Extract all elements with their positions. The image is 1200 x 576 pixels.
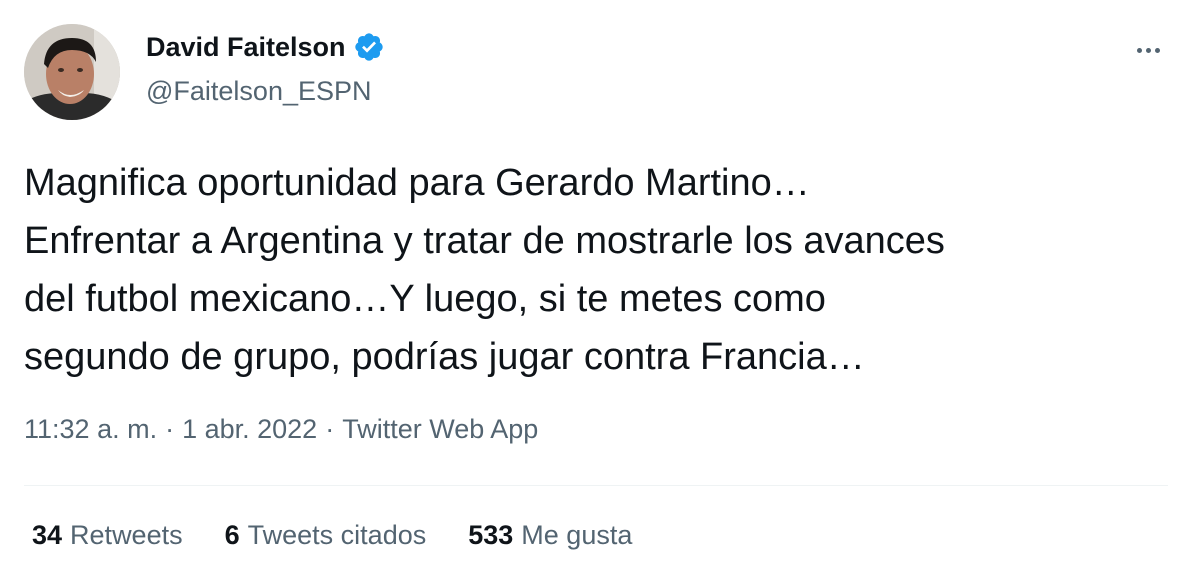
tweet-meta: 11:32 a. m. · 1 abr. 2022 · Twitter Web … [24, 414, 538, 445]
tweet-date-link[interactable]: 1 abr. 2022 [182, 414, 317, 445]
meta-separator: · [325, 414, 335, 444]
more-horizontal-icon [1136, 47, 1142, 53]
likes-label: Me gusta [521, 520, 633, 550]
retweets-count: 34 [32, 520, 63, 550]
more-options-button[interactable] [1128, 36, 1168, 64]
more-horizontal-icon [1145, 47, 1151, 53]
verified-badge-icon [354, 33, 383, 61]
avatar-photo [24, 24, 120, 120]
divider [24, 485, 1168, 486]
quote-tweets-label: Tweets citados [247, 520, 427, 550]
tweet-text-line: segundo de grupo, podrías jugar contra F… [24, 336, 865, 378]
tweet-text-line: Magnifica oportunidad para Gerardo Marti… [24, 162, 810, 204]
retweets-stat[interactable]: 34 Retweets [32, 520, 183, 551]
quote-tweets-count: 6 [224, 520, 240, 550]
tweet-stats: 34 Retweets 6 Tweets citados 533 Me gust… [32, 520, 632, 551]
likes-count: 533 [468, 520, 514, 550]
tweet-text-line: Enfrentar a Argentina y tratar de mostra… [24, 220, 945, 262]
meta-separator: · [165, 414, 175, 444]
author-name-text[interactable]: David Faitelson [146, 32, 346, 63]
quote-tweets-stat[interactable]: 6 Tweets citados [225, 520, 427, 551]
likes-stat[interactable]: 533 Me gusta [468, 520, 632, 551]
more-horizontal-icon [1154, 47, 1160, 53]
avatar[interactable] [24, 24, 120, 120]
author-handle[interactable]: @Faitelson_ESPN [146, 76, 372, 107]
tweet-text-line: del futbol mexicano…Y luego, si te metes… [24, 278, 826, 320]
tweet-time-link[interactable]: 11:32 a. m. [24, 414, 157, 445]
author-name[interactable]: David Faitelson [146, 31, 385, 63]
tweet-source-link[interactable]: Twitter Web App [342, 414, 538, 445]
tweet-text: Magnifica oportunidad para Gerardo Marti… [24, 154, 1174, 386]
tweet-card: David Faitelson @Faitelson_ESPN Magnific… [0, 0, 1200, 576]
retweets-label: Retweets [70, 520, 183, 550]
